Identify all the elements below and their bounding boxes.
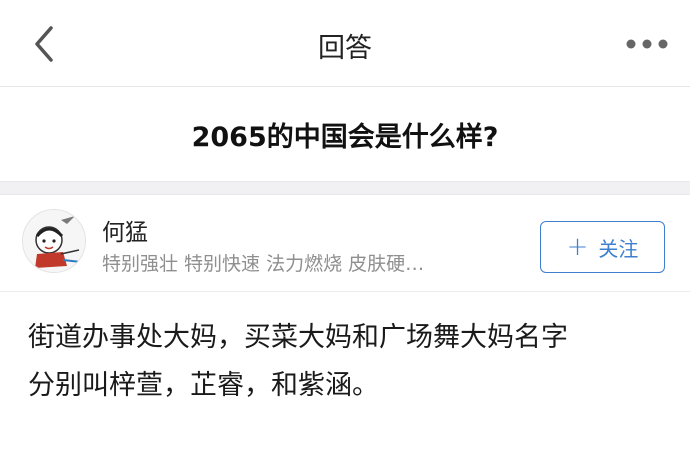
answer-line: 街道办事处大妈，买菜大妈和广场舞大妈名字 (28, 322, 568, 353)
answer-line: 分别叫梓萱，芷睿，和紫涵。 (28, 370, 379, 401)
avatar[interactable] (22, 209, 86, 273)
author-name[interactable]: 何猛 (102, 213, 148, 247)
follow-label: 关注 (598, 236, 639, 261)
question-title[interactable]: 2065的中国会是什么样? (0, 87, 690, 181)
author-row: 何猛 特别强壮 特别快速 法力燃烧 皮肤硬… + 关注 (0, 195, 690, 292)
author-bio: 特别强壮 特别快速 法力燃烧 皮肤硬… (102, 253, 425, 275)
follow-button[interactable]: + 关注 (540, 221, 665, 273)
more-button[interactable] (622, 24, 672, 64)
plus-icon: + (566, 232, 589, 262)
avatar-illustration-icon (23, 210, 85, 272)
more-horizontal-icon (626, 39, 668, 49)
section-divider (0, 181, 690, 195)
nav-bar: 回答 (0, 0, 690, 87)
answer-content[interactable]: 街道办事处大妈，买菜大妈和广场舞大妈名字 分别叫梓萱，芷睿，和紫涵。 (0, 292, 690, 410)
page-title: 回答 (318, 33, 372, 64)
